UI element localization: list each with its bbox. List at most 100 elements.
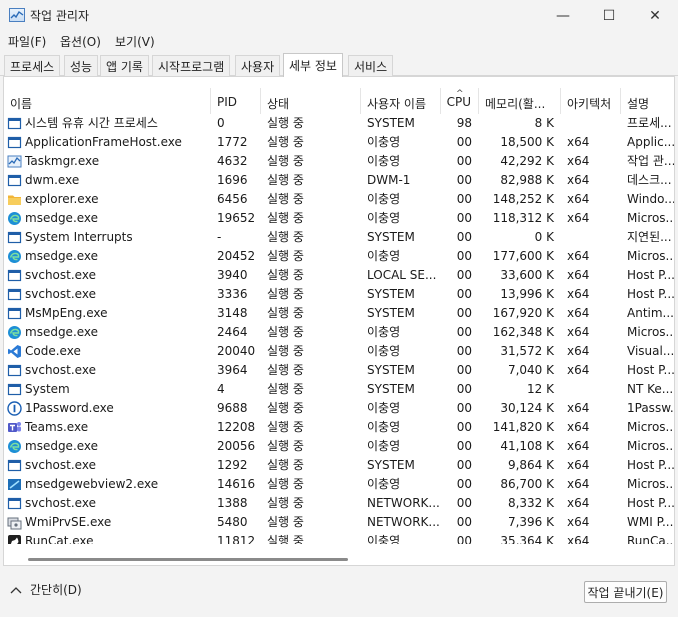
cell-memory: 7,040 K xyxy=(507,363,554,377)
cell-status: 실행 중 xyxy=(267,173,304,187)
cell-pid: 2464 xyxy=(217,325,248,339)
close-button[interactable]: ✕ xyxy=(632,0,678,31)
cell-pid: 9688 xyxy=(217,401,248,415)
menu-view[interactable]: 보기(V) xyxy=(115,33,155,50)
cell-username: SYSTEM xyxy=(367,458,415,472)
tab-app-history[interactable]: 앱 기록 xyxy=(100,55,149,76)
cell-architecture: x64 xyxy=(567,306,590,320)
cell-cpu: 00 xyxy=(456,154,472,168)
horizontal-scrollbar[interactable] xyxy=(4,553,674,565)
table-row[interactable]: MsMpEng.exe 3148 실행 중 SYSTEM 00 167,920 K x64 A… xyxy=(4,304,674,323)
runcat-icon xyxy=(7,534,22,544)
column-header-cpu[interactable]: CPU xyxy=(441,88,479,114)
process-name: WmiPrvSE.exe xyxy=(25,515,112,529)
cell-username: 이충영 xyxy=(367,344,401,358)
tab-processes[interactable]: 프로세스 xyxy=(4,55,61,76)
table-row[interactable]: svchost.exe 1388 실행 중 NETWORK... 00 8,332 K x6… xyxy=(4,494,674,513)
app-window-icon xyxy=(7,363,22,378)
column-header-description[interactable]: 설명 xyxy=(621,88,674,114)
table-row[interactable]: msedge.exe 19652 실행 중 이충영 00 118,312 K x64 Micr… xyxy=(4,209,674,228)
process-name: 시스템 유휴 시간 프로세스 xyxy=(25,116,158,130)
table-row[interactable]: ApplicationFrameHost.exe 1772 실행 중 이충영 00 18,… xyxy=(4,133,675,152)
cell-status: 실행 중 xyxy=(267,496,304,510)
cell-architecture: x64 xyxy=(567,268,590,282)
table-row[interactable]: msedge.exe 2464 실행 중 이충영 00 162,348 K x64 Micro… xyxy=(4,323,674,342)
cell-name: msedge.exe xyxy=(4,209,211,228)
app-window-icon xyxy=(7,173,22,188)
cell-architecture: x64 xyxy=(567,344,590,358)
column-header-username[interactable]: 사용자 이름 xyxy=(361,88,441,114)
tab-startup[interactable]: 시작프로그램 xyxy=(152,55,231,76)
table-row[interactable]: 시스템 유휴 시간 프로세스 0 실행 중 SYSTEM 98 8 K 프로세... xyxy=(4,114,674,133)
cell-status: 실행 중 xyxy=(267,306,304,320)
cell-architecture: x64 xyxy=(567,515,590,529)
table-row[interactable]: dwm.exe 1696 실행 중 DWM-1 00 82,988 K x64 데스크... xyxy=(4,171,674,190)
cell-cpu: 00 xyxy=(456,496,472,510)
table-row[interactable]: RunCat.exe 11812 실행 중 이충영 00 35,364 K x64 RunCa… xyxy=(4,532,675,544)
cell-username: 이충영 xyxy=(367,401,401,415)
chevron-up-icon xyxy=(10,586,22,593)
table-row[interactable]: explorer.exe 6456 실행 중 이충영 00 148,252 K x64 Win… xyxy=(4,190,674,209)
cell-status: 실행 중 xyxy=(267,230,304,244)
cell-username: NETWORK... xyxy=(367,496,440,510)
cell-memory: 31,572 K xyxy=(500,344,554,358)
table-row[interactable]: 1Password.exe 9688 실행 중 이충영 00 30,124 K x64 1Pa… xyxy=(4,399,674,418)
table-row[interactable]: svchost.exe 1292 실행 중 SYSTEM 00 9,864 K x64 Hos… xyxy=(4,456,674,475)
app-window-icon xyxy=(7,382,22,397)
table-row[interactable]: Taskmgr.exe 4632 실행 중 이충영 00 42,292 K x64 작업 관.… xyxy=(4,152,674,171)
cell-memory: 12 K xyxy=(527,382,554,396)
table-row[interactable]: svchost.exe 3964 실행 중 SYSTEM 00 7,040 K x64 Hos… xyxy=(4,361,674,380)
table-row[interactable]: System 4 실행 중 SYSTEM 00 12 K NT Ke... xyxy=(4,380,674,399)
cell-pid: 1772 xyxy=(217,135,248,149)
cell-name: RunCat.exe xyxy=(4,532,211,544)
cell-status: 실행 중 xyxy=(267,192,304,206)
app-window-icon xyxy=(7,496,22,511)
table-row[interactable]: Teams.exe 12208 실행 중 이충영 00 141,820 K x64 Micro… xyxy=(4,418,674,437)
cell-username: SYSTEM xyxy=(367,382,415,396)
process-name: ApplicationFrameHost.exe xyxy=(25,135,182,149)
cell-name: msedge.exe xyxy=(4,323,211,342)
cell-architecture: x64 xyxy=(567,173,590,187)
fewer-details-toggle[interactable]: 간단히(D) xyxy=(10,581,82,598)
table-row[interactable]: msedge.exe 20452 실행 중 이충영 00 177,600 K x64 Micr… xyxy=(4,247,674,266)
cell-architecture: x64 xyxy=(567,211,590,225)
scrollbar-thumb[interactable] xyxy=(28,558,348,561)
table-row[interactable]: WmiPrvSE.exe 5480 실행 중 NETWORK... 00 7,396 K x… xyxy=(4,513,674,532)
menu-options[interactable]: 옵션(O) xyxy=(60,33,101,50)
column-header-architecture[interactable]: 아키텍처 xyxy=(561,88,621,114)
cell-username: 이충영 xyxy=(367,192,401,206)
tab-details[interactable]: 세부 정보 xyxy=(283,53,343,77)
maximize-button[interactable]: ☐ xyxy=(586,0,632,31)
cell-cpu: 00 xyxy=(456,515,472,529)
minimize-button[interactable]: — xyxy=(540,0,586,31)
cell-description: RunCa... xyxy=(627,534,675,544)
cell-cpu: 00 xyxy=(456,211,472,225)
tab-users[interactable]: 사용자 xyxy=(235,55,281,76)
cell-memory: 148,252 K xyxy=(492,192,554,206)
menu-file[interactable]: 파일(F) xyxy=(8,33,46,50)
table-row[interactable]: Code.exe 20040 실행 중 이충영 00 31,572 K x64 Visual.… xyxy=(4,342,675,361)
process-name: Taskmgr.exe xyxy=(25,154,100,168)
cell-name: svchost.exe xyxy=(4,266,211,285)
cell-architecture: x64 xyxy=(567,135,590,149)
cell-username: DWM-1 xyxy=(367,173,411,187)
edge-icon xyxy=(7,439,22,454)
edge-icon xyxy=(7,325,22,340)
tab-services[interactable]: 서비스 xyxy=(348,55,394,76)
table-row[interactable]: msedge.exe 20056 실행 중 이충영 00 41,108 K x64 Micro… xyxy=(4,437,674,456)
end-task-button[interactable]: 작업 끝내기(E) xyxy=(584,581,667,603)
column-header-memory[interactable]: 메모리(활... xyxy=(479,88,561,114)
title-bar[interactable]: 작업 관리자 — ☐ ✕ xyxy=(0,0,678,31)
table-row[interactable]: System Interrupts - 실행 중 SYSTEM 00 0 K 지연된... xyxy=(4,228,674,247)
column-header-pid[interactable]: PID xyxy=(211,88,261,114)
cell-description: Applic... xyxy=(627,135,675,149)
column-header-name[interactable]: 이름 xyxy=(4,88,211,114)
cell-description: Visual... xyxy=(627,344,675,358)
table-row[interactable]: msedgewebview2.exe 14616 실행 중 이충영 00 86,700 K… xyxy=(4,475,674,494)
table-row[interactable]: svchost.exe 3940 실행 중 LOCAL SE... 00 33,600 K… xyxy=(4,266,674,285)
tab-performance[interactable]: 성능 xyxy=(64,55,99,76)
cell-memory: 35,364 K xyxy=(500,534,554,544)
process-name: MsMpEng.exe xyxy=(25,306,108,320)
column-header-status[interactable]: 상태 xyxy=(261,88,361,114)
table-row[interactable]: svchost.exe 3336 실행 중 SYSTEM 00 13,996 K x64 Ho… xyxy=(4,285,674,304)
